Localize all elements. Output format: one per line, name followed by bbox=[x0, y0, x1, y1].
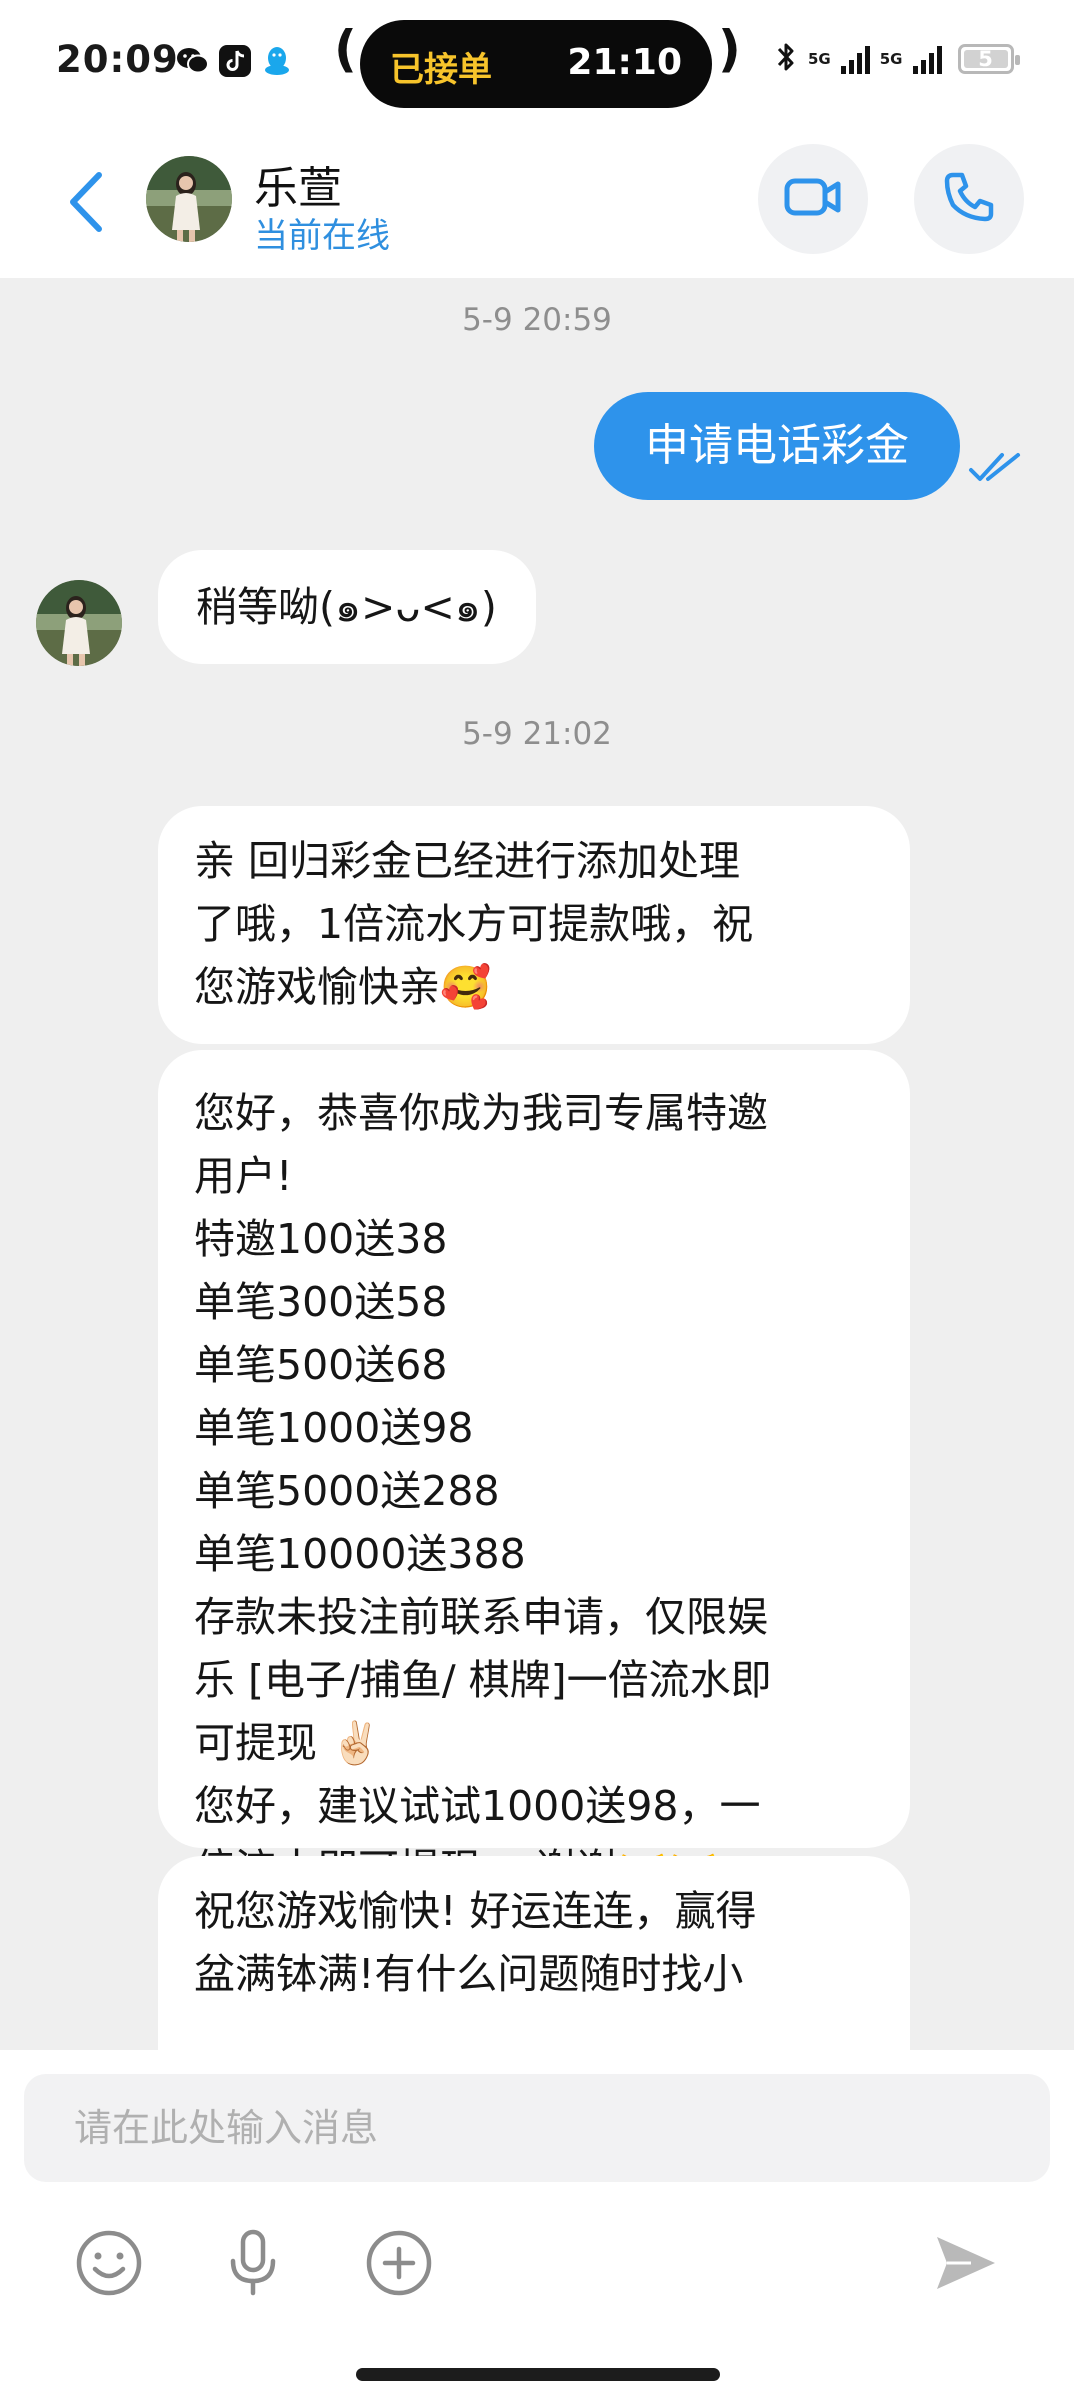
wechat-icon bbox=[176, 44, 210, 78]
signal-icon bbox=[840, 44, 870, 74]
message-timestamp: 5-9 21:02 bbox=[462, 716, 612, 752]
island-timer: 21:10 bbox=[567, 42, 682, 83]
island-bracket-left: ( bbox=[334, 20, 357, 78]
message-input[interactable] bbox=[24, 2074, 1050, 2182]
incoming-message[interactable]: 祝您游戏愉快! 好运连连，赢得 盆满钵满!有什么问题随时找小 bbox=[158, 1856, 910, 2050]
emoji-icon bbox=[75, 2229, 143, 2301]
contact-name: 乐萱 bbox=[254, 163, 342, 214]
double-check-icon bbox=[968, 450, 1024, 488]
status-time: 20:09 bbox=[56, 38, 179, 81]
more-options-button[interactable] bbox=[354, 2220, 444, 2310]
battery-icon: 5 bbox=[957, 44, 1020, 74]
status-bar: 20:09 ( 已接单 21:10 ) 5G 5G 5 bbox=[0, 0, 1074, 130]
send-button[interactable] bbox=[920, 2220, 1010, 2310]
home-indicator[interactable] bbox=[356, 2368, 720, 2381]
chat-screen: 20:09 ( 已接单 21:10 ) 5G 5G 5 乐萱 当前在线 5-9 … bbox=[0, 0, 1074, 2400]
network-type-2: 5G bbox=[879, 49, 903, 68]
online-status: 当前在线 bbox=[254, 216, 390, 256]
battery-percent: 5 bbox=[978, 47, 993, 71]
status-indicators: 5G 5G 5 bbox=[774, 40, 1020, 78]
island-bracket-right: ) bbox=[718, 20, 741, 78]
chat-header: 乐萱 当前在线 bbox=[0, 130, 1074, 278]
qq-icon bbox=[260, 44, 294, 78]
plus-circle-icon bbox=[365, 2229, 433, 2301]
incoming-message[interactable]: 稍等呦(๑>ᴗ<๑) bbox=[158, 550, 536, 664]
emoji-button[interactable] bbox=[64, 2220, 154, 2310]
back-button[interactable] bbox=[50, 164, 120, 244]
voice-input-button[interactable] bbox=[208, 2220, 298, 2310]
incoming-message[interactable]: 您好，恭喜你成为我司专属特邀 用户! 特邀100送38 单笔300送58 单笔5… bbox=[158, 1050, 910, 1893]
contact-avatar[interactable] bbox=[146, 156, 232, 242]
microphone-icon bbox=[225, 2229, 281, 2301]
island-label: 已接单 bbox=[390, 50, 492, 90]
video-call-button[interactable] bbox=[758, 144, 868, 254]
message-list[interactable]: 5-9 20:59 申请电话彩金 稍等呦(๑>ᴗ<๑) 5-9 21:02 亲 … bbox=[0, 278, 1074, 2050]
incoming-message[interactable]: 亲 回归彩金已经进行添加处理 了哦，1倍流水方可提款哦，祝 您游戏愉快亲🥰 bbox=[158, 806, 910, 1044]
chevron-left-icon bbox=[65, 171, 105, 237]
bluetooth-icon bbox=[774, 40, 798, 78]
signal-icon bbox=[912, 44, 942, 74]
sender-avatar[interactable] bbox=[36, 580, 122, 666]
network-type-1: 5G bbox=[808, 49, 831, 68]
voice-call-button[interactable] bbox=[914, 144, 1024, 254]
send-icon bbox=[931, 2229, 999, 2301]
battery-cap bbox=[1014, 55, 1020, 65]
phone-icon bbox=[943, 171, 995, 227]
composer bbox=[0, 2050, 1074, 2400]
message-timestamp: 5-9 20:59 bbox=[462, 302, 612, 338]
dynamic-island[interactable]: 已接单 21:10 bbox=[360, 20, 712, 108]
outgoing-message[interactable]: 申请电话彩金 bbox=[594, 392, 960, 500]
video-camera-icon bbox=[784, 177, 842, 221]
notification-icons bbox=[176, 44, 294, 78]
tiktok-icon bbox=[218, 44, 252, 78]
